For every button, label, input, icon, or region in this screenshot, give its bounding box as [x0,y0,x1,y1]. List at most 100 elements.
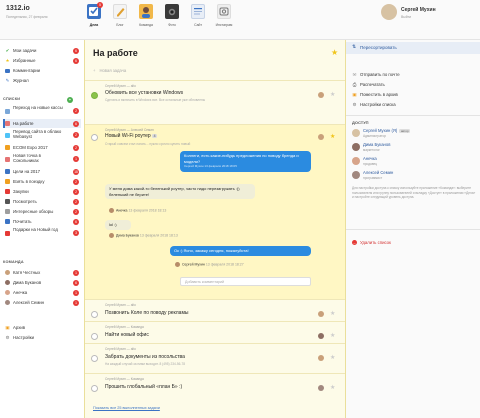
sidebar-item-list[interactable]: Новая точка в Сокольниках 1 [3,153,81,165]
sidebar-item-list[interactable]: Закупки 2 [3,187,81,196]
sidebar-item-label: Комментарии [13,68,41,73]
avatar [175,262,180,267]
delete-icon: – [352,240,357,245]
sidebar-item-list[interactable]: Посмотреть 2 [3,197,81,206]
member-name[interactable]: Сергей Мухин (Я) автор [363,128,411,133]
sidebar-item-archive[interactable]: ▣ Архив [3,323,81,332]
sidebar-item-comments[interactable]: Комментарии [3,66,81,75]
task-checkbox[interactable] [91,92,98,99]
task-title[interactable]: Обновить все установки Windows [105,90,183,96]
avatar [5,290,10,295]
sidebar-item-member[interactable]: Катя Честных 1 [3,268,81,277]
task-row[interactable]: Сергей Мухин — Команда Прошить глобальны… [85,373,345,397]
tool-tasks[interactable]: 5 Дела [84,2,104,37]
comment-input[interactable]: Добавить комментарий [180,277,311,286]
access-member[interactable]: Анечка продавец [352,156,476,168]
tool-site[interactable]: Сайт [188,3,208,37]
cart-icon [5,189,10,194]
access-member[interactable]: Дима Буканов маркетолог [352,142,476,154]
tool-team[interactable]: Команда [136,3,156,37]
sidebar-item-list[interactable]: Интересные обзоры 2 [3,207,81,216]
instagram-icon [217,4,231,19]
sidebar-item-label: Алексей Семин [13,300,45,305]
list-settings-action[interactable]: ⚙ Настройки списка [352,100,476,109]
page-title[interactable]: На работе [93,48,138,58]
member-name[interactable]: Анечка [363,156,377,161]
task-title[interactable]: Позвонить Коле по поводу рекламы [105,310,188,316]
sidebar-item-label: Мои задачи [13,48,37,53]
star-icon[interactable]: ★ [330,134,335,140]
tool-blog[interactable]: Блог [110,3,130,37]
star-icon[interactable]: ★ [330,385,335,391]
archive-action[interactable]: ▣ Поместить в архив [352,90,476,99]
user-name[interactable]: Сергей Мухин [401,7,436,13]
action-label: Отправить по почте [360,72,400,77]
task-row-expanded[interactable]: Сергей Мухин — Алексей Семин Новый Wi-Fi… [85,124,345,299]
task-checkbox[interactable] [91,355,98,362]
sidebar-item-member[interactable]: Анечка 1 [3,288,81,297]
avatar [5,280,10,285]
sidebar-item-journal[interactable]: ✎ Журнал [3,76,81,85]
sidebar-item-list[interactable]: Перевод сайта в облако Webasyst 2 [3,129,81,141]
task-meta: Сергей Мухин — alto [105,303,136,307]
user-menu[interactable]: Сергей Мухин Выйти [381,4,476,26]
sidebar-item-member[interactable]: Алексей Семин 1 [3,298,81,307]
task-row[interactable]: Сергей Мухин — Команда Найти новый офис … [85,321,345,343]
task-meta: Сергей Мухин — Команда [105,377,144,381]
task-checkbox[interactable] [91,333,98,340]
sidebar-item-favorites[interactable]: ★ Избранные 6 [3,56,81,65]
star-icon[interactable]: ★ [330,355,335,361]
send-by-email-action[interactable]: ✉ Отправить по почте [352,70,476,79]
comment-bubble: lol :) [105,220,131,230]
logout-link[interactable]: Выйти [401,15,411,19]
task-row[interactable]: Сергей Мухин — alto Обновить все установ… [85,80,345,110]
task-title[interactable]: Найти новый офис [105,332,149,338]
star-icon[interactable]: ★ [330,333,335,339]
sidebar-item-label: Интересные обзоры [13,209,54,214]
access-member[interactable]: Алексей Семин программист [352,170,476,182]
print-action[interactable]: ⎙ Распечатать [352,80,476,89]
sidebar-item-list[interactable]: ECOM Expo 2017 2 [3,143,81,152]
resort-button[interactable]: ⇅ Пересортировать [346,42,480,54]
comment-text: Коллеги, есть какие-нибудь предложения п… [184,153,299,164]
task-title[interactable]: Забрать документы из посольства [105,354,185,360]
task-checkbox[interactable] [91,385,98,392]
sidebar-item-list[interactable]: Почитать 6 [3,217,81,226]
new-task-input[interactable]: + Новая задача [89,64,341,77]
member-name[interactable]: Алексей Семин [363,170,393,175]
sidebar-item-list[interactable]: Взять в поездку 2 [3,177,81,186]
task-description: Сделать и включить в Windows все. Все ос… [105,98,206,102]
member-name[interactable]: Дима Буканов [363,142,390,147]
sidebar-item-label: ECOM Expo 2017 [13,145,48,150]
task-title[interactable]: Прошить глобальный «план Б» :) [105,384,182,390]
star-icon[interactable]: ★ [331,49,338,57]
task-checkbox[interactable] [91,311,98,318]
sidebar-item-list[interactable]: Подарки на Новый год 3 [3,227,81,239]
sidebar-item-list-active[interactable]: На работе 6 [3,119,81,128]
star-icon[interactable]: ★ [330,311,335,317]
sidebar-item-label: Настройки [13,335,35,340]
access-member[interactable]: Сергей Мухин (Я) автор Администратор [352,128,476,140]
task-title[interactable]: Новый Wi-Fi роутер 4 [105,133,158,139]
sidebar-item-list[interactable]: Цели на 2017 18 [3,167,81,176]
sidebar-item-member[interactable]: Дима Буканов 6 [3,278,81,287]
task-checkbox[interactable] [91,134,98,141]
task-row[interactable]: Сергей Мухин — alto Забрать документы из… [85,343,345,373]
sidebar-item-list[interactable]: Переход на новые кассы 2 [3,105,81,117]
app-logo[interactable]: 1312.io [6,5,30,12]
task-meta: Сергей Мухин — Команда [105,325,144,329]
add-list-button[interactable]: + [67,96,73,103]
tool-label: Инстаграм [215,23,233,27]
task-row[interactable]: Сергей Мухин — alto Позвонить Коле по по… [85,299,345,321]
tool-photo[interactable]: Фото [162,3,182,37]
tool-instagram[interactable]: Инстаграм [214,3,234,37]
sidebar-item-my-tasks[interactable]: ✔ Мои задачи 6 [3,46,81,55]
action-label: Настройки списка [360,102,396,107]
show-completed-link[interactable]: Показать все 25 выполненных задачи [93,406,160,410]
task-description: Старый совсем стал лагать... нужно срочн… [105,142,191,146]
member-role: маркетолог [363,147,380,152]
star-icon[interactable]: ★ [330,92,335,98]
sidebar-item-label: Катя Честных [13,270,41,275]
work-icon [5,121,10,126]
sidebar-item-settings[interactable]: ⚙ Настройки [3,333,81,342]
